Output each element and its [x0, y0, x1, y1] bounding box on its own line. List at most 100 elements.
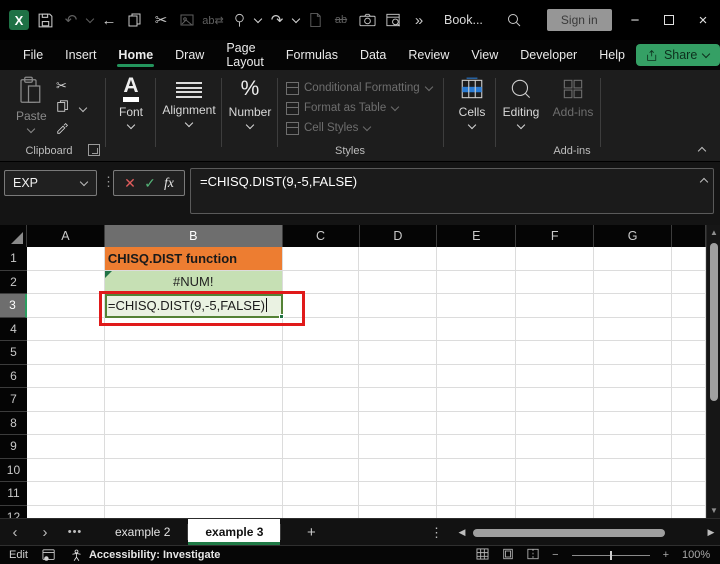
- horizontal-scrollbar[interactable]: ⋮ ◀ ▶: [430, 519, 720, 546]
- cell-E9[interactable]: [437, 435, 517, 459]
- scroll-down-icon[interactable]: ▼: [707, 506, 720, 515]
- cell-E6[interactable]: [437, 364, 517, 388]
- row-header-2[interactable]: 2: [0, 270, 27, 294]
- cell-A3[interactable]: [26, 294, 105, 318]
- minimize-button[interactable]: −: [618, 5, 652, 35]
- cell-G4[interactable]: [594, 317, 673, 341]
- cell-D1[interactable]: [359, 247, 438, 271]
- tab-draw[interactable]: Draw: [164, 42, 215, 68]
- alignment-group-button[interactable]: Alignment: [160, 76, 218, 128]
- name-box-dropdown-icon[interactable]: [80, 179, 88, 187]
- cell-A1[interactable]: [26, 247, 105, 271]
- format-painter-button[interactable]: [56, 121, 87, 138]
- paste-button[interactable]: Paste: [16, 76, 47, 134]
- cell-G6[interactable]: [594, 364, 673, 388]
- tab-file[interactable]: File: [12, 42, 54, 68]
- cell-F5[interactable]: [516, 341, 595, 365]
- cell-B9[interactable]: [104, 435, 283, 459]
- row-header-10[interactable]: 10: [0, 458, 27, 482]
- row-header-1[interactable]: 1: [0, 247, 27, 271]
- next-sheet-icon[interactable]: ›: [30, 519, 60, 545]
- lookup-book-icon[interactable]: [382, 8, 404, 32]
- sign-in-button[interactable]: Sign in: [546, 9, 612, 31]
- font-group-button[interactable]: A Font: [112, 75, 150, 130]
- zoom-slider[interactable]: [571, 550, 650, 560]
- cell-styles-button[interactable]: Cell Styles: [286, 118, 433, 138]
- cell-G2[interactable]: [594, 270, 673, 294]
- cell-G5[interactable]: [594, 341, 673, 365]
- cell-D11[interactable]: [359, 482, 438, 506]
- cell-H11[interactable]: [672, 482, 706, 506]
- camera-icon[interactable]: [356, 8, 378, 32]
- excel-app-icon[interactable]: X: [8, 8, 30, 32]
- cell-B10[interactable]: [104, 458, 283, 482]
- cell-A4[interactable]: [26, 317, 105, 341]
- scroll-left-icon[interactable]: ◀: [453, 527, 471, 538]
- cell-A12[interactable]: [26, 505, 105, 518]
- cell-B1[interactable]: CHISQ.DIST function: [104, 247, 283, 271]
- zoom-in-icon[interactable]: +: [663, 549, 669, 561]
- cell-F3[interactable]: [516, 294, 595, 318]
- column-header-F[interactable]: F: [516, 225, 595, 247]
- cell-B7[interactable]: [104, 388, 283, 412]
- cell-C6[interactable]: [282, 364, 360, 388]
- cell-D4[interactable]: [359, 317, 438, 341]
- all-sheets-icon[interactable]: •••: [60, 519, 90, 545]
- insert-function-icon[interactable]: fx: [164, 175, 174, 191]
- macro-record-icon[interactable]: [42, 548, 56, 562]
- cell-F11[interactable]: [516, 482, 595, 506]
- cell-E8[interactable]: [437, 411, 517, 435]
- cell-F2[interactable]: [516, 270, 595, 294]
- cell-E11[interactable]: [437, 482, 517, 506]
- cell-H1[interactable]: [672, 247, 706, 271]
- redo-dropdown-icon[interactable]: [292, 16, 300, 24]
- undo-dropdown-icon[interactable]: [86, 16, 94, 24]
- cell-E1[interactable]: [437, 247, 517, 271]
- cell-E5[interactable]: [437, 341, 517, 365]
- column-header-A[interactable]: A: [27, 225, 105, 247]
- cell-E12[interactable]: [437, 505, 517, 518]
- maximize-button[interactable]: [652, 5, 686, 35]
- row-header-4[interactable]: 4: [0, 317, 27, 341]
- row-header-12[interactable]: 12: [0, 505, 27, 518]
- cell-E7[interactable]: [437, 388, 517, 412]
- column-header-E[interactable]: E: [437, 225, 517, 247]
- new-file-icon[interactable]: [304, 8, 326, 32]
- cell-C12[interactable]: [282, 505, 360, 518]
- cell-H2[interactable]: [672, 270, 706, 294]
- add-sheet-button[interactable]: +: [281, 519, 341, 545]
- search-icon[interactable]: [503, 8, 525, 32]
- cell-H12[interactable]: [672, 505, 706, 518]
- cell-D8[interactable]: [359, 411, 438, 435]
- cell-A8[interactable]: [26, 411, 105, 435]
- row-header-11[interactable]: 11: [0, 482, 27, 506]
- undo-icon[interactable]: ↶: [60, 8, 82, 32]
- column-header-partial[interactable]: [672, 225, 706, 247]
- row-header-3[interactable]: 3: [0, 294, 27, 318]
- cell-D9[interactable]: [359, 435, 438, 459]
- tab-review[interactable]: Review: [397, 42, 460, 68]
- row-header-9[interactable]: 9: [0, 435, 27, 459]
- back-arrow-icon[interactable]: ←: [98, 8, 120, 32]
- accessibility-status[interactable]: Accessibility: Investigate: [89, 549, 220, 561]
- addins-button[interactable]: Add-ins: [550, 76, 596, 119]
- copy-button[interactable]: [56, 99, 87, 116]
- cell-H3[interactable]: [672, 294, 706, 318]
- cell-G11[interactable]: [594, 482, 673, 506]
- cell-F12[interactable]: [516, 505, 595, 518]
- cell-A2[interactable]: [26, 270, 105, 294]
- page-layout-view-icon[interactable]: [502, 548, 514, 563]
- cell-B8[interactable]: [104, 411, 283, 435]
- formula-input[interactable]: =CHISQ.DIST(9,-5,FALSE): [190, 168, 714, 214]
- scroll-up-icon[interactable]: ▲: [707, 228, 720, 237]
- column-header-B[interactable]: B: [104, 225, 283, 247]
- horizontal-scrollbar-thumb[interactable]: [473, 528, 665, 537]
- accessibility-icon[interactable]: [70, 549, 83, 562]
- cell-F8[interactable]: [516, 411, 595, 435]
- formula-bar-expand-icon[interactable]: [700, 176, 708, 184]
- cell-E4[interactable]: [437, 317, 517, 341]
- cells-button[interactable]: Cells: [450, 76, 494, 130]
- cell-G9[interactable]: [594, 435, 673, 459]
- normal-view-icon[interactable]: [476, 547, 489, 563]
- column-header-C[interactable]: C: [283, 225, 360, 247]
